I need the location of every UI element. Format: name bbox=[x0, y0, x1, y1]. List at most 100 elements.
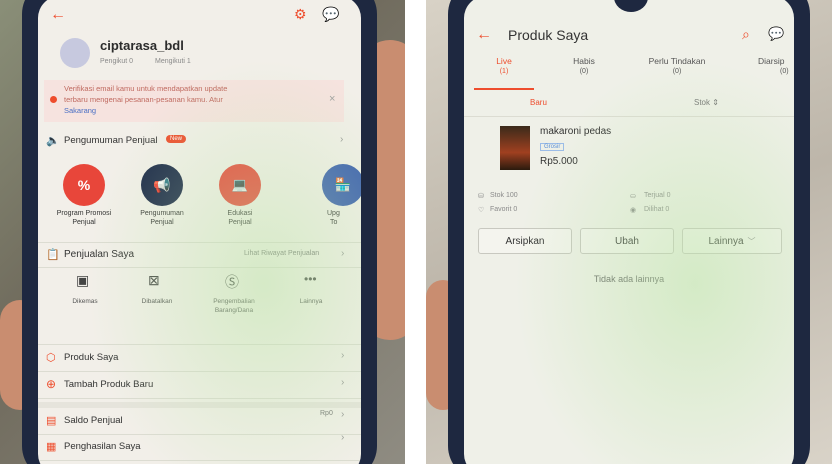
sales-title: Penjualan Saya bbox=[64, 249, 135, 260]
more-button[interactable]: Lainnya ﹀ bbox=[682, 228, 782, 254]
sales-header[interactable]: 📋 Penjualan Saya Lihat Riwayat Penjualan… bbox=[38, 242, 361, 268]
menu-value: Rp0 bbox=[320, 410, 333, 417]
quick-action-2[interactable]: 💻 Edukasi Penjual bbox=[204, 164, 276, 234]
tab-count: (1) bbox=[499, 68, 509, 75]
percent-tag-icon: % bbox=[63, 164, 105, 206]
tab-perlu-tindakan[interactable]: Perlu Tindakan (0) bbox=[632, 52, 722, 88]
tab-count: (0) bbox=[780, 68, 789, 75]
back-arrow-icon[interactable]: ← bbox=[50, 6, 66, 24]
close-icon[interactable]: × bbox=[329, 93, 335, 105]
menu-label: Tambah Produk Baru bbox=[64, 379, 154, 390]
edit-button[interactable]: Ubah bbox=[580, 228, 674, 254]
cancel-box-icon: ⊠ bbox=[148, 272, 160, 288]
eye-icon: ◉ bbox=[630, 207, 637, 214]
chevron-down-icon: ﹀ bbox=[747, 236, 756, 246]
product-sold: Terjual 0 bbox=[644, 192, 671, 199]
photo-right: ← Produk Saya ⌕ 💬 Live (1) Habis (0) Per… bbox=[426, 0, 832, 464]
quick-action-3[interactable]: 🏪 Upg To bbox=[282, 164, 361, 234]
product-price: Rp5.000 bbox=[540, 156, 578, 167]
tab-count: (0) bbox=[672, 68, 682, 75]
tab-count: (0) bbox=[579, 68, 589, 75]
quick-action-label: Program Promosi bbox=[56, 210, 112, 217]
quick-action-label: Penjual bbox=[228, 219, 252, 226]
product-stock: Stok 100 bbox=[490, 192, 518, 199]
tab-habis[interactable]: Habis (0) bbox=[554, 52, 614, 88]
tab-label: Diarsip bbox=[758, 56, 785, 66]
avatar[interactable] bbox=[60, 38, 90, 68]
chevron-right-icon: › bbox=[341, 377, 345, 388]
phone-screen-left: ← ⚙ 💬 ciptarasa_bdl Pengikut 0 Mengikuti… bbox=[38, 0, 361, 464]
tab-live[interactable]: Live (1) bbox=[474, 52, 534, 90]
cube-icon: ⬡ bbox=[46, 352, 56, 364]
menu-row-saldo[interactable]: ▤ Saldo Penjual Rp0 › bbox=[38, 402, 361, 435]
phone-right: ← Produk Saya ⌕ 💬 Live (1) Habis (0) Per… bbox=[448, 0, 810, 464]
sales-item-2[interactable]: Ⓢ Pengembalian Barang/Dana bbox=[196, 272, 272, 322]
product-favorite: Favorit 0 bbox=[490, 206, 518, 213]
chevron-right-icon: › bbox=[341, 248, 345, 259]
page-title: Produk Saya bbox=[508, 27, 589, 43]
tab-label: Habis bbox=[573, 56, 595, 66]
chevron-right-icon: › bbox=[340, 134, 344, 145]
empty-text: Tidak ada lainnya bbox=[593, 274, 665, 284]
tab-diarsip[interactable]: Diarsip (0) bbox=[754, 52, 794, 88]
sort-newest[interactable]: Baru bbox=[530, 98, 547, 107]
sales-item-0[interactable]: ▣ Dikemas bbox=[52, 272, 118, 322]
sort-stock[interactable]: Stok ⇕ bbox=[694, 98, 719, 107]
stock-icon: ⛁ bbox=[478, 193, 484, 200]
back-arrow-icon[interactable]: ← bbox=[476, 26, 492, 44]
menu-label: Saldo Penjual bbox=[64, 415, 123, 426]
chevron-right-icon: › bbox=[341, 350, 345, 361]
sort-bar: Baru Stok ⇕ bbox=[464, 90, 794, 117]
plus-circle-icon: ⊕ bbox=[46, 377, 57, 391]
menu-row-produk-saya[interactable]: ⬡ Produk Saya › bbox=[38, 344, 361, 372]
chevron-right-icon: › bbox=[341, 409, 345, 420]
quick-action-1[interactable]: 📢 Pengumuman Penjual bbox=[126, 164, 198, 234]
phone-screen-right: ← Produk Saya ⌕ 💬 Live (1) Habis (0) Per… bbox=[464, 0, 794, 464]
following-count[interactable]: Mengikuti 1 bbox=[155, 58, 191, 65]
sales-item-1[interactable]: ⊠ Dibatalkan bbox=[124, 272, 190, 322]
archive-button[interactable]: Arsipkan bbox=[478, 228, 572, 254]
verify-banner-link[interactable]: Sakarang bbox=[64, 106, 96, 115]
verify-banner-line1: Verifikasi email kamu untuk mendapatkan … bbox=[64, 84, 228, 93]
image-divider bbox=[405, 0, 426, 464]
speaker-icon: 🔈 bbox=[46, 135, 60, 147]
followers-count[interactable]: Pengikut 0 bbox=[100, 58, 133, 65]
box-icon: ▣ bbox=[76, 272, 90, 288]
chat-icon[interactable]: 💬 bbox=[768, 26, 784, 42]
menu-row-tambah-produk[interactable]: ⊕ Tambah Produk Baru › bbox=[38, 372, 361, 399]
sales-item-label: Pengembalian bbox=[213, 298, 255, 305]
income-icon: ▦ bbox=[46, 441, 57, 453]
quick-action-label: Edukasi bbox=[227, 210, 253, 217]
menu-label: Penghasilan Saya bbox=[64, 441, 141, 452]
store-icon: 🏪 bbox=[322, 164, 361, 206]
announcement-label: Pengumuman Penjual bbox=[64, 135, 158, 146]
more-button-label: Lainnya bbox=[708, 235, 744, 247]
quick-action-0[interactable]: % Program Promosi Penjual bbox=[48, 164, 120, 234]
quick-action-label: To bbox=[330, 219, 338, 226]
sales-item-label: Barang/Dana bbox=[214, 307, 254, 314]
more-icon: ••• bbox=[304, 272, 317, 286]
menu-row-penghasilan[interactable]: ▦ Penghasilan Saya › bbox=[38, 432, 361, 461]
verify-banner[interactable]: Verifikasi email kamu untuk mendapatkan … bbox=[44, 80, 344, 122]
sales-item-label: Dibatalkan bbox=[141, 298, 173, 305]
username: ciptarasa_bdl bbox=[100, 38, 184, 53]
sales-history-link[interactable]: Lihat Riwayat Penjualan bbox=[244, 250, 319, 257]
chat-icon[interactable]: 💬 bbox=[322, 6, 339, 23]
gear-icon[interactable]: ⚙ bbox=[294, 6, 307, 23]
chevron-right-icon: › bbox=[341, 432, 345, 443]
sold-icon: ⛀ bbox=[630, 193, 636, 200]
heart-icon: ♡ bbox=[478, 207, 485, 214]
menu-label: Produk Saya bbox=[64, 352, 119, 363]
sales-item-3[interactable]: ••• Lainnya bbox=[278, 272, 344, 322]
phone-left: ← ⚙ 💬 ciptarasa_bdl Pengikut 0 Mengikuti… bbox=[22, 0, 377, 464]
search-icon[interactable]: ⌕ bbox=[742, 26, 750, 43]
product-name[interactable]: makaroni pedas bbox=[540, 126, 611, 137]
product-thumbnail[interactable] bbox=[500, 126, 530, 170]
alert-icon bbox=[50, 96, 57, 103]
sales-item-label: Dikemas bbox=[72, 298, 98, 305]
tab-label: Perlu Tindakan bbox=[648, 56, 706, 66]
verify-banner-line2: terbaru mengenai pesanan-pesanan kamu. A… bbox=[64, 95, 223, 104]
announcement-row[interactable]: 🔈 Pengumuman Penjual New › bbox=[38, 132, 361, 154]
product-views: Dilihat 0 bbox=[644, 206, 670, 213]
product-tag: Grosir bbox=[540, 143, 565, 151]
